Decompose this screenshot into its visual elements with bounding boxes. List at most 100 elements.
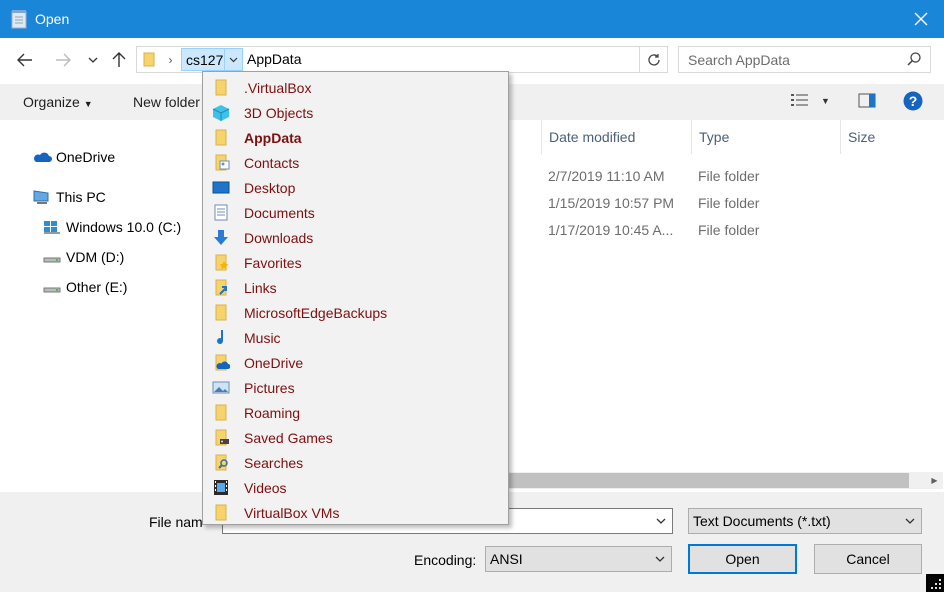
dropdown-item-microsoftedgebackups[interactable]: MicrosoftEdgeBackups <box>203 300 508 325</box>
row-type: File folder <box>698 222 760 238</box>
row-date: 1/17/2019 10:45 A... <box>548 222 674 238</box>
dropdown-item-label: Documents <box>244 205 315 221</box>
searches-icon <box>215 454 228 471</box>
dropdown-item-label: Downloads <box>244 230 314 246</box>
scrollbar-thumb[interactable] <box>505 473 909 488</box>
music-icon <box>217 330 224 345</box>
nav-item-drive-e[interactable]: Other (E:) <box>42 274 127 300</box>
file-name-label: File nam <box>149 514 203 530</box>
drive-icon <box>42 279 62 295</box>
title-bar: Open <box>0 0 944 38</box>
nav-item-drive-c[interactable]: Windows 10.0 (C:) <box>42 214 181 240</box>
saved-games-icon <box>215 429 229 446</box>
dropdown-item-pictures[interactable]: Pictures <box>203 375 508 400</box>
address-bar[interactable]: › cs127 AppData <box>136 46 668 73</box>
resize-grip-icon <box>931 579 941 589</box>
resize-grip[interactable] <box>926 574 944 592</box>
column-header-type[interactable]: Type <box>691 120 840 154</box>
dropdown-item-music[interactable]: Music <box>203 325 508 350</box>
cancel-button[interactable]: Cancel <box>814 544 922 574</box>
encoding-select[interactable]: ANSI <box>485 546 672 572</box>
search-input[interactable] <box>679 47 899 72</box>
row-type: File folder <box>698 195 760 211</box>
dropdown-item-downloads[interactable]: Downloads <box>203 225 508 250</box>
3d-objects-icon <box>212 105 230 121</box>
dropdown-item-3d-objects[interactable]: 3D Objects <box>203 100 508 125</box>
dropdown-item-contacts[interactable]: Contacts <box>203 150 508 175</box>
close-button[interactable] <box>898 0 944 38</box>
refresh-button[interactable] <box>639 47 667 72</box>
breadcrumb-dropdown-button[interactable] <box>224 48 243 71</box>
folder-icon <box>215 504 227 521</box>
folder-icon <box>215 79 227 96</box>
nav-item-label: This PC <box>56 189 106 205</box>
dropdown-item-appdata[interactable]: AppData <box>203 125 508 150</box>
view-options-caret[interactable]: ▼ <box>821 96 830 106</box>
folder-icon <box>215 404 227 421</box>
dropdown-item-label: OneDrive <box>244 355 304 371</box>
nav-item-onedrive[interactable]: OneDrive <box>32 144 115 170</box>
dropdown-item-onedrive[interactable]: OneDrive <box>203 350 508 375</box>
help-button[interactable]: ? <box>903 91 923 114</box>
documents-icon <box>214 204 228 221</box>
dropdown-item-documents[interactable]: Documents <box>203 200 508 225</box>
favorites-icon <box>215 254 229 271</box>
dropdown-item-label: .VirtualBox <box>244 80 312 96</box>
column-header-size[interactable]: Size <box>840 120 944 154</box>
file-type-select[interactable]: Text Documents (*.txt) <box>688 508 922 534</box>
pictures-icon <box>212 381 230 394</box>
search-icon <box>907 52 921 66</box>
dropdown-item-favorites[interactable]: Favorites <box>203 250 508 275</box>
nav-item-this-pc[interactable]: This PC <box>32 184 106 210</box>
chevron-down-icon[interactable] <box>656 515 666 527</box>
arrow-right-icon <box>56 53 71 67</box>
folder-icon <box>143 52 155 67</box>
dropdown-item-label: Contacts <box>244 155 300 171</box>
dropdown-item-searches[interactable]: Searches <box>203 450 508 475</box>
triangle-right-icon: ▶ <box>931 476 938 485</box>
recent-locations-button[interactable] <box>82 49 104 71</box>
links-icon <box>215 279 227 296</box>
search-box[interactable] <box>678 46 931 73</box>
dropdown-item-label: Music <box>244 330 281 346</box>
dropdown-item-links[interactable]: Links <box>203 275 508 300</box>
dropdown-item-virtualbox[interactable]: .VirtualBox <box>203 75 508 100</box>
refresh-icon <box>647 53 660 66</box>
open-button[interactable]: Open <box>688 544 797 574</box>
organize-button[interactable]: Organize ▼ <box>23 94 93 110</box>
drive-icon <box>42 249 62 265</box>
forward-button[interactable] <box>52 49 74 71</box>
change-view-button[interactable] <box>790 93 810 110</box>
breadcrumb-dropdown-menu: .VirtualBox 3D Objects AppData Contacts Desk… <box>202 71 509 525</box>
dropdown-item-label: Desktop <box>244 180 296 196</box>
preview-pane-icon <box>858 93 876 108</box>
encoding-label: Encoding: <box>414 552 477 568</box>
dropdown-item-label: Favorites <box>244 255 302 271</box>
pc-icon <box>32 189 52 205</box>
dropdown-item-label: Videos <box>244 480 287 496</box>
windows-drive-icon <box>42 219 62 235</box>
dropdown-item-videos[interactable]: Videos <box>203 475 508 500</box>
back-button[interactable] <box>14 49 36 71</box>
breadcrumb-current[interactable]: AppData <box>247 51 301 67</box>
dropdown-item-desktop[interactable]: Desktop <box>203 175 508 200</box>
desktop-icon <box>212 181 230 194</box>
horizontal-scrollbar[interactable]: ▶ <box>505 472 943 489</box>
breadcrumb-separator[interactable]: › <box>161 47 180 72</box>
dropdown-item-roaming[interactable]: Roaming <box>203 400 508 425</box>
arrow-left-icon <box>17 53 32 67</box>
preview-pane-button[interactable] <box>858 93 876 111</box>
videos-icon <box>214 480 228 495</box>
row-type: File folder <box>698 168 760 184</box>
dropdown-item-saved-games[interactable]: Saved Games <box>203 425 508 450</box>
chevron-down-icon <box>229 57 238 62</box>
row-date: 1/15/2019 10:57 PM <box>548 195 675 211</box>
breadcrumb-cs127[interactable]: cs127 <box>181 48 229 71</box>
dropdown-item-virtualbox-vms[interactable]: VirtualBox VMs <box>203 500 508 525</box>
nav-item-drive-d[interactable]: VDM (D:) <box>42 244 124 270</box>
scroll-right-button[interactable]: ▶ <box>926 472 943 489</box>
new-folder-button[interactable]: New folder <box>133 94 200 110</box>
chevron-down-icon <box>88 57 98 63</box>
up-button[interactable] <box>108 49 130 71</box>
column-header-date-modified[interactable]: Date modified <box>541 120 691 154</box>
